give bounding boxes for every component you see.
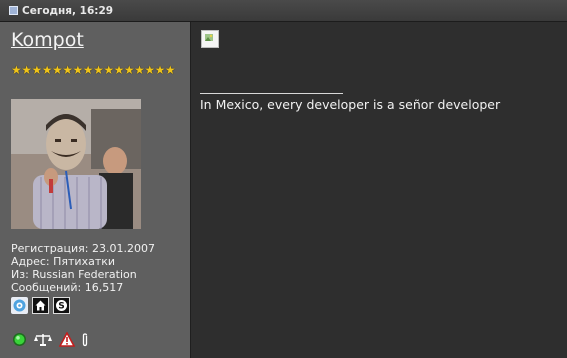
user-country: Из: Russian Federation	[11, 268, 137, 281]
signature-text: In Mexico, every developer is a señor de…	[200, 97, 501, 112]
user-sidebar: Kompot ★★★★★★★★★★★★★★★★ Регистрация: 23.…	[0, 22, 191, 358]
post-header-bar: Сегодня, 16:29	[0, 0, 567, 22]
user-avatar[interactable]	[11, 99, 141, 229]
registration-date: Регистрация: 23.01.2007	[11, 242, 155, 255]
attachment-icon[interactable]	[79, 331, 91, 348]
svg-text:S: S	[58, 302, 64, 312]
contact-icons: S	[11, 297, 70, 314]
post-action-icons	[11, 331, 91, 348]
signature-divider	[200, 93, 343, 94]
reputation-scales-icon[interactable]	[32, 331, 54, 348]
report-warning-icon[interactable]	[58, 331, 75, 348]
user-address: Адрес: Пятихатки	[11, 255, 116, 268]
skype-icon[interactable]: S	[53, 297, 70, 314]
post-count: Сообщений: 16,517	[11, 281, 124, 294]
online-status-icon	[11, 331, 28, 348]
post-content: In Mexico, every developer is a señor de…	[193, 22, 567, 358]
post-icon	[9, 6, 18, 15]
icq-icon[interactable]	[11, 297, 28, 314]
post-timestamp: Сегодня, 16:29	[22, 4, 114, 17]
broken-image-icon	[201, 30, 219, 48]
username-link[interactable]: Kompot	[11, 29, 84, 51]
user-info: Регистрация: 23.01.2007 Адрес: Пятихатки…	[11, 242, 155, 294]
home-icon[interactable]	[32, 297, 49, 314]
user-rank-stars: ★★★★★★★★★★★★★★★★	[11, 63, 176, 77]
